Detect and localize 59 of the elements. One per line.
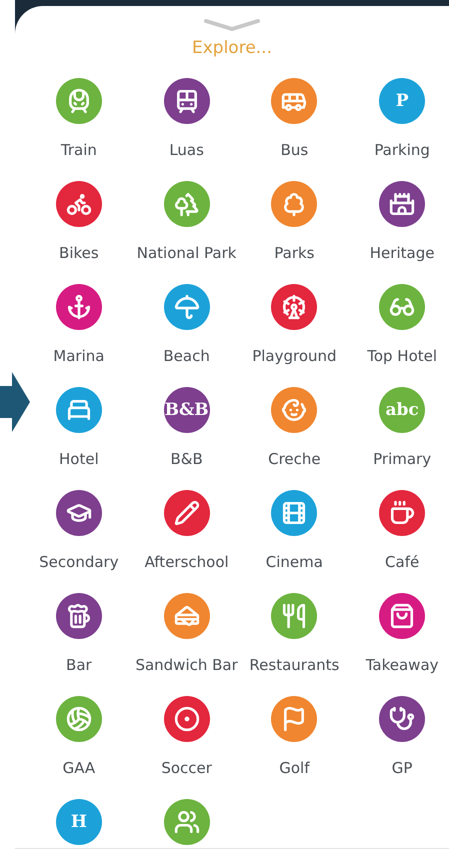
graduation-cap-icon[interactable] (56, 490, 102, 536)
pointer-arrow-icon (0, 372, 32, 432)
category-label: Sandwich Bar (135, 655, 238, 675)
category-label: Cinema (266, 552, 323, 572)
category-badge[interactable]: B&B (164, 387, 210, 433)
category-label: Parking (374, 140, 430, 160)
explore-title: Explore... (192, 38, 272, 58)
category-label: Takeaway (366, 655, 439, 675)
cyclist-icon[interactable] (56, 181, 102, 227)
category-label: GAA (62, 758, 96, 778)
category-label: B&B (170, 449, 203, 469)
category-label: Café (385, 552, 420, 572)
category-label: Bar (66, 655, 92, 675)
category-label: Top Hotel (367, 346, 438, 366)
category-label: Beach (163, 346, 210, 366)
trees-icon[interactable] (164, 181, 210, 227)
tower-icon[interactable] (379, 181, 426, 227)
chevron-handle-icon[interactable] (204, 18, 260, 32)
bus-icon[interactable] (271, 78, 318, 124)
utensils-icon[interactable] (271, 593, 318, 639)
anchor-icon[interactable] (56, 284, 102, 330)
category-label: Train (60, 140, 97, 160)
bag-icon[interactable] (379, 593, 426, 639)
flag-icon[interactable] (271, 696, 318, 742)
pencil-icon[interactable] (164, 490, 210, 536)
glass-icon[interactable] (56, 593, 102, 639)
sandwich-icon[interactable] (164, 593, 210, 639)
bed-icon[interactable] (56, 387, 102, 433)
category-label: Hotel (59, 449, 99, 469)
tree-icon[interactable] (271, 181, 318, 227)
glasses-icon[interactable] (379, 284, 426, 330)
category-label: Restaurants (249, 655, 340, 675)
category-label: GP (392, 758, 412, 778)
category-label: Luas (169, 140, 204, 160)
category-label: Afterschool (144, 552, 229, 572)
ferris-wheel-icon[interactable] (271, 284, 318, 330)
cup-icon[interactable] (379, 490, 426, 536)
stethoscope-icon[interactable] (379, 696, 426, 742)
tram-icon[interactable] (164, 78, 210, 124)
category-badge[interactable]: H (56, 799, 102, 845)
category-label: National Park (136, 243, 236, 263)
category-label: Secondary (39, 552, 119, 572)
category-label: Parks (274, 243, 314, 263)
category-badge[interactable]: P (379, 78, 426, 124)
category-label: Bikes (59, 243, 99, 263)
umbrella-icon[interactable] (164, 284, 210, 330)
category-badge[interactable]: abc (379, 387, 426, 433)
category-label: Golf (279, 758, 310, 778)
category-label: Playground (252, 346, 337, 366)
train-icon[interactable] (56, 78, 102, 124)
baby-icon[interactable] (271, 387, 318, 433)
people-icon[interactable] (164, 799, 210, 845)
category-label: Primary (373, 449, 432, 469)
category-label: Marina (53, 346, 104, 366)
category-label: Creche (268, 449, 321, 469)
film-icon[interactable] (271, 490, 318, 536)
category-label: Heritage (370, 243, 434, 263)
category-label: Soccer (161, 758, 212, 778)
category-label: Bus (280, 140, 308, 160)
